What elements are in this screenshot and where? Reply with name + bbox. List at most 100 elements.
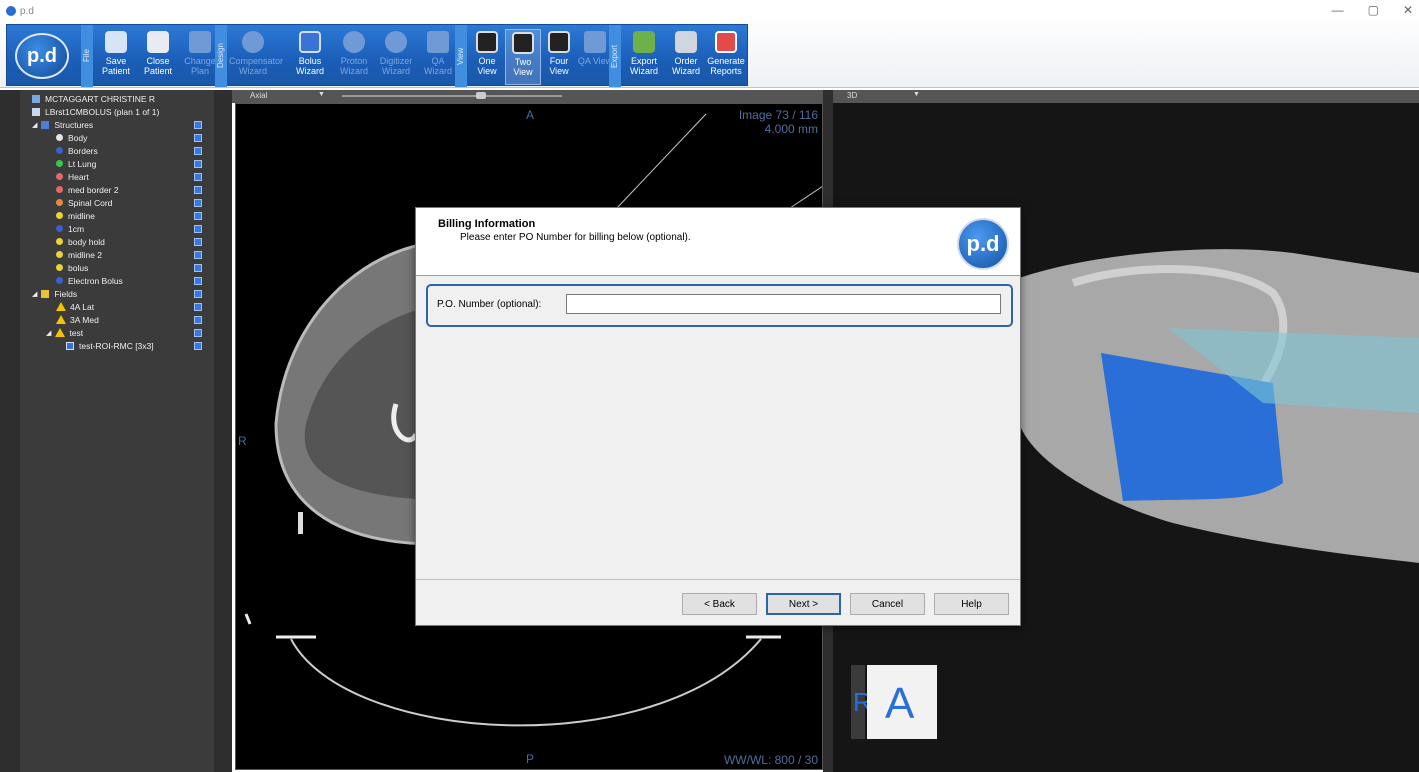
structure-color-dot — [56, 251, 63, 258]
back-button[interactable]: < Back — [682, 593, 757, 615]
structure-checkbox[interactable] — [194, 225, 202, 233]
structure-checkbox[interactable] — [194, 199, 202, 207]
structure-checkbox[interactable] — [194, 264, 202, 272]
field-icon — [55, 328, 66, 337]
proton-icon — [343, 31, 365, 53]
tree-plan[interactable]: LBrst1CMBOLUS (plan 1 of 1) — [32, 105, 159, 118]
subfield-item[interactable]: test-ROI-RMC [3x3] — [66, 339, 154, 352]
structure-item[interactable]: Body — [56, 131, 87, 144]
structure-checkbox[interactable] — [194, 238, 202, 246]
structure-checkbox[interactable] — [194, 147, 202, 155]
structure-color-dot — [56, 160, 63, 167]
structure-item[interactable]: body hold — [56, 235, 105, 248]
maximize-button[interactable]: ▢ — [1368, 3, 1379, 17]
proton-wizard-button[interactable]: Proton Wizard — [333, 29, 375, 85]
export-wizard-button[interactable]: Export Wizard — [623, 29, 665, 85]
minimize-button[interactable]: — — [1332, 3, 1344, 17]
structure-color-dot — [56, 199, 63, 206]
compensator-wizard-button[interactable]: Compensator Wizard — [229, 29, 283, 85]
patient-icon — [32, 94, 40, 103]
structure-item[interactable]: midline — [56, 209, 95, 222]
group-export: Export — [609, 25, 621, 87]
roi-icon — [66, 341, 74, 350]
structure-item[interactable]: Borders — [56, 144, 98, 157]
change-plan-icon — [189, 31, 211, 53]
structure-item[interactable]: bolus — [56, 261, 88, 274]
structure-item[interactable]: Heart — [56, 170, 89, 183]
expand-icon: ◢ — [32, 290, 38, 298]
four-view-icon — [548, 31, 570, 53]
app-icon — [6, 6, 16, 16]
fields-checkbox[interactable] — [194, 290, 202, 298]
cancel-button[interactable]: Cancel — [850, 593, 925, 615]
structure-item[interactable]: med border 2 — [56, 183, 119, 196]
structure-checkbox[interactable] — [194, 251, 202, 259]
tree-fields-node[interactable]: ◢ Fields — [32, 287, 77, 300]
structure-item[interactable]: 1cm — [56, 222, 84, 235]
field-item[interactable]: 3A Med — [56, 313, 99, 326]
bolus-wizard-button[interactable]: Bolus Wizard — [289, 29, 331, 85]
structure-checkbox[interactable] — [194, 160, 202, 168]
structures-icon — [41, 120, 50, 129]
image-info: Image 73 / 116 4.000 mm — [738, 108, 818, 136]
subfield-checkbox[interactable] — [194, 342, 202, 350]
compensator-icon — [242, 31, 264, 53]
splitter[interactable] — [214, 90, 232, 772]
axial-view-select[interactable]: Axial — [250, 91, 267, 100]
3d-header: 3D ▼ — [833, 90, 1419, 103]
field-item[interactable]: 4A Lat — [56, 300, 94, 313]
help-button[interactable]: Help — [934, 593, 1009, 615]
dialog-subtitle: Please enter PO Number for billing below… — [460, 232, 691, 243]
structure-item[interactable]: Electron Bolus — [56, 274, 123, 287]
close-patient-button[interactable]: Close Patient — [137, 29, 179, 85]
close-patient-icon — [147, 31, 169, 53]
structure-item[interactable]: Lt Lung — [56, 157, 96, 170]
next-button[interactable]: Next > — [766, 593, 841, 615]
app-logo[interactable]: p.d — [15, 33, 69, 79]
structure-item[interactable]: Spinal Cord — [56, 196, 112, 209]
one-view-button[interactable]: One View — [469, 29, 505, 85]
window-title: p.d — [20, 5, 34, 17]
tree-structures-node[interactable]: ◢ Structures — [32, 118, 93, 131]
group-file: File — [81, 25, 93, 87]
chevron-down-icon[interactable]: ▼ — [913, 91, 920, 98]
structure-checkbox[interactable] — [194, 173, 202, 181]
structure-checkbox[interactable] — [194, 277, 202, 285]
group-view: View — [455, 25, 467, 87]
dialog-logo: p.d — [957, 218, 1009, 270]
slice-slider[interactable] — [342, 95, 562, 97]
structure-checkbox[interactable] — [194, 134, 202, 142]
qa-wizard-button[interactable]: QA Wizard — [417, 29, 459, 85]
structure-color-dot — [56, 277, 63, 284]
tree-patient[interactable]: MCTAGGART CHRISTINE R — [32, 92, 155, 105]
digitizer-wizard-button[interactable]: Digitizer Wizard — [375, 29, 417, 85]
slice-slider-thumb[interactable] — [476, 92, 486, 99]
export-wizard-icon — [633, 31, 655, 53]
order-wizard-button[interactable]: Order Wizard — [665, 29, 707, 85]
qa-view-button[interactable]: QA View — [577, 29, 613, 85]
structure-color-dot — [56, 225, 63, 232]
title-bar: p.d — ▢ ✕ — [0, 0, 1419, 22]
po-number-input[interactable] — [566, 294, 1001, 314]
chevron-down-icon[interactable]: ▼ — [318, 91, 325, 98]
structure-color-dot — [56, 264, 63, 271]
save-patient-button[interactable]: Save Patient — [95, 29, 137, 85]
order-wizard-icon — [675, 31, 697, 53]
3d-view-select[interactable]: 3D — [847, 91, 857, 100]
structure-item[interactable]: midline 2 — [56, 248, 102, 261]
structure-checkbox[interactable] — [194, 186, 202, 194]
qa-wizard-icon — [427, 31, 449, 53]
two-view-button[interactable]: Two View — [505, 29, 541, 85]
field-checkbox[interactable] — [194, 303, 202, 311]
field-checkbox[interactable] — [194, 329, 202, 337]
generate-reports-icon — [715, 31, 737, 53]
field-item[interactable]: ◢ test — [46, 326, 83, 339]
field-checkbox[interactable] — [194, 316, 202, 324]
po-number-group: P.O. Number (optional): — [426, 284, 1013, 327]
dialog-separator — [416, 579, 1020, 580]
structures-checkbox[interactable] — [194, 121, 202, 129]
generate-reports-button[interactable]: Generate Reports — [705, 29, 747, 85]
close-window-button[interactable]: ✕ — [1403, 3, 1413, 17]
structure-checkbox[interactable] — [194, 212, 202, 220]
four-view-button[interactable]: Four View — [541, 29, 577, 85]
